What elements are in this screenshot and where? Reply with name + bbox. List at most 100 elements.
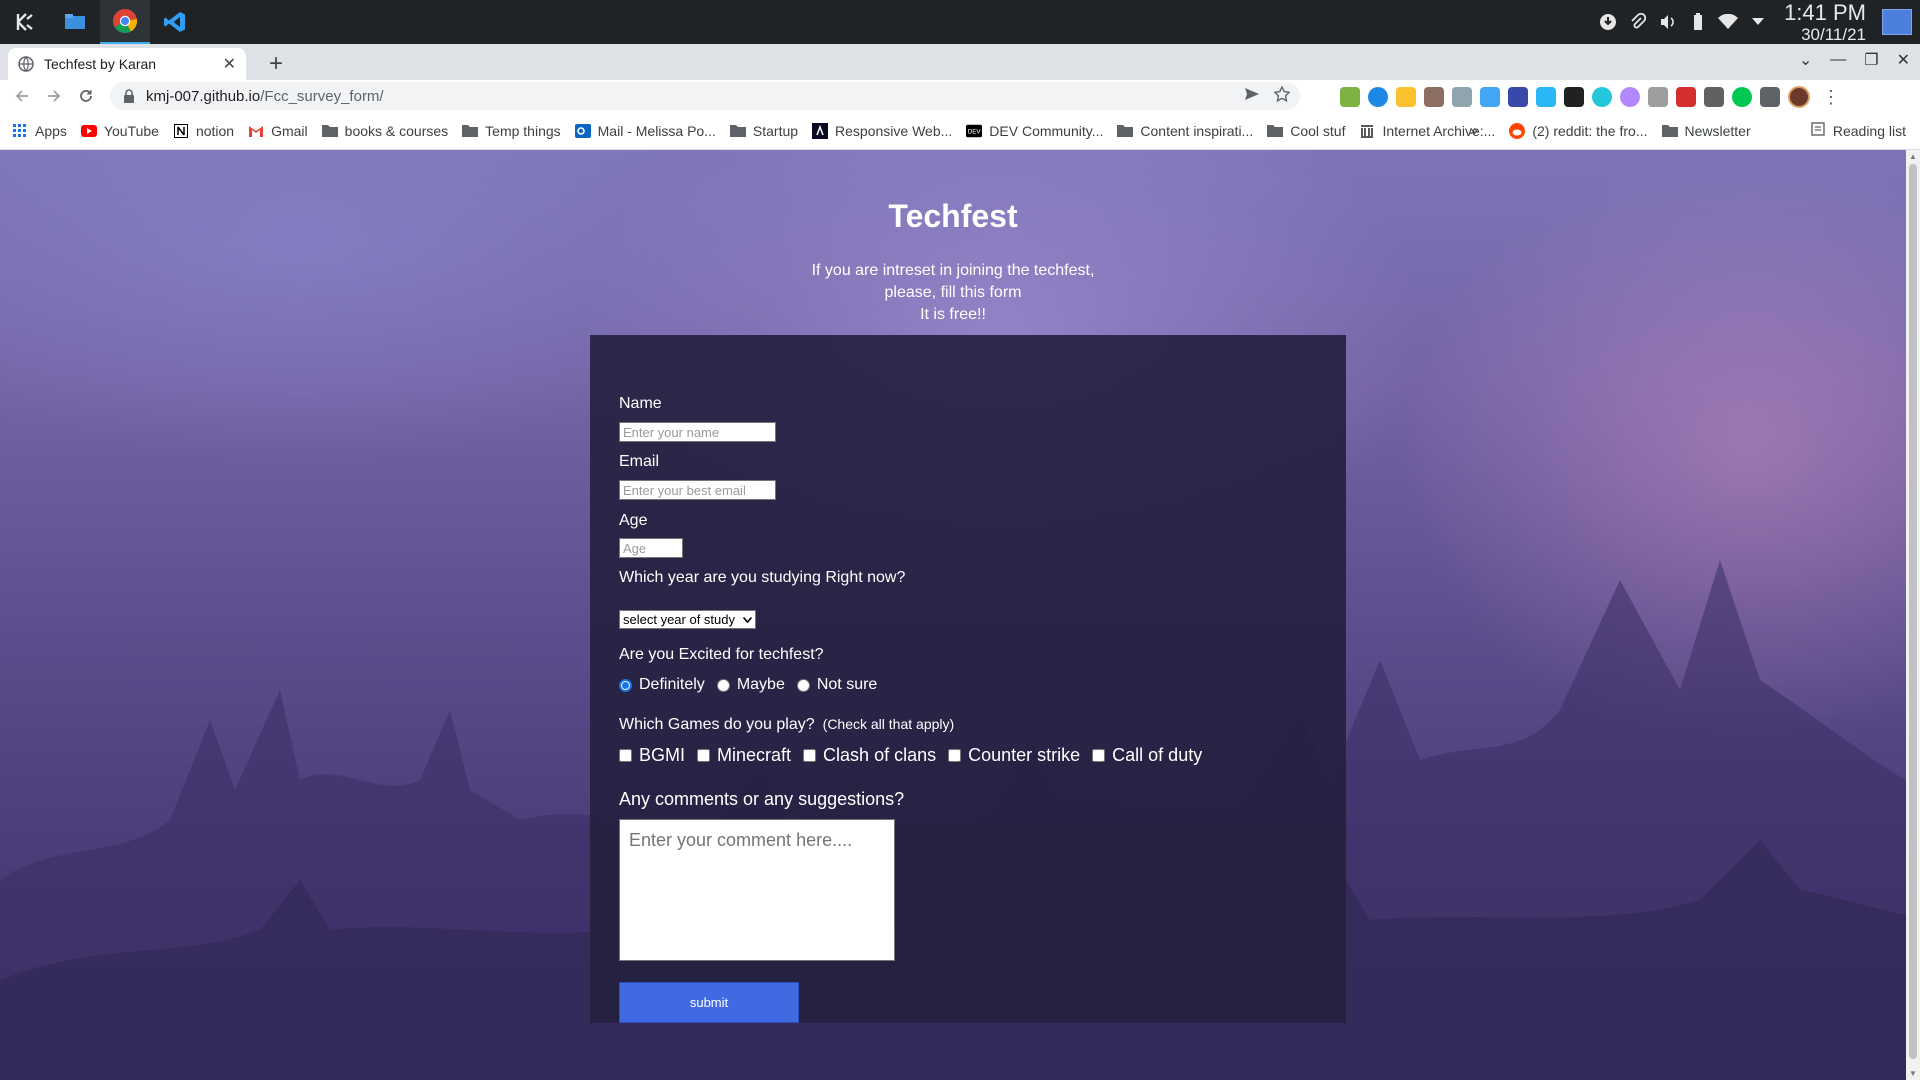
- menu-kebab-icon[interactable]: ⋮: [1822, 87, 1840, 108]
- extension-icon-4[interactable]: [1424, 87, 1444, 107]
- file-manager-icon[interactable]: [50, 0, 100, 44]
- radio-button[interactable]: [716, 678, 730, 692]
- tray-expand-icon[interactable]: [1748, 12, 1768, 32]
- scroll-up-icon[interactable]: ▲: [1909, 152, 1917, 161]
- download-icon[interactable]: [1598, 12, 1618, 32]
- bookmark-reddit[interactable]: (2) reddit: the fro...: [1509, 122, 1648, 139]
- radio-option-maybe[interactable]: Maybe: [716, 676, 785, 694]
- profile-avatar[interactable]: [1788, 86, 1810, 108]
- bookmark-label: Cool stuf: [1290, 122, 1346, 139]
- bookmark-label: Apps: [35, 122, 67, 139]
- bookmark-youtube[interactable]: YouTube: [80, 122, 159, 139]
- radio-option-not-sure[interactable]: Not sure: [796, 676, 877, 694]
- extension-icon-7[interactable]: [1508, 87, 1528, 107]
- page-title: Techfest: [888, 198, 1018, 234]
- bookmark-apps[interactable]: Apps: [12, 123, 67, 139]
- tab-close-icon[interactable]: ✕: [223, 54, 236, 74]
- extension-icon-8[interactable]: [1536, 87, 1556, 107]
- radio-button-checked[interactable]: [619, 678, 632, 692]
- checkbox[interactable]: [948, 749, 962, 762]
- paperclip-icon[interactable]: [1628, 12, 1648, 32]
- url-host: kmj-007.github.io: [146, 87, 261, 105]
- bookmark-folder[interactable]: Newsletter: [1661, 123, 1751, 139]
- scroll-down-icon[interactable]: ▼: [1909, 1069, 1917, 1078]
- bookmark-folder[interactable]: Cool stuf: [1267, 123, 1345, 139]
- extension-icon-14[interactable]: [1704, 87, 1724, 107]
- scrollbar-thumb[interactable]: [1909, 164, 1917, 1059]
- bookmark-folder[interactable]: books & courses: [321, 123, 448, 139]
- back-icon[interactable]: [6, 80, 38, 112]
- bookmark-label: Gmail: [271, 122, 308, 139]
- extension-icon-2[interactable]: [1368, 87, 1388, 107]
- system-clock[interactable]: 1:41 PM 30/11/21: [1784, 1, 1866, 44]
- volume-icon[interactable]: [1658, 12, 1678, 32]
- bookmark-folder[interactable]: Startup: [729, 123, 798, 139]
- checkbox-option-bgmi[interactable]: BGMI: [619, 745, 685, 766]
- new-tab-button[interactable]: +: [262, 50, 290, 78]
- year-select[interactable]: select year of study: [619, 610, 756, 629]
- intro-line: If you are intreset in joining the techf…: [811, 262, 1095, 279]
- shield-icon[interactable]: [1452, 87, 1472, 107]
- clock-date: 30/11/21: [1801, 24, 1866, 44]
- checkbox[interactable]: [803, 749, 817, 762]
- bookmark-folder[interactable]: Temp things: [462, 123, 561, 139]
- apps-grid-icon: [12, 123, 28, 139]
- wifi-icon[interactable]: [1718, 12, 1739, 32]
- bookmark-folder[interactable]: Content inspirati...: [1117, 123, 1253, 139]
- checkbox[interactable]: [1092, 749, 1106, 762]
- close-window-icon[interactable]: ✕: [1897, 50, 1910, 70]
- send-tab-icon[interactable]: [1244, 86, 1260, 107]
- bookmark-label: YouTube: [103, 122, 159, 139]
- extension-icon-3[interactable]: [1396, 87, 1416, 107]
- age-field[interactable]: [619, 538, 683, 558]
- browser-tab-active[interactable]: Techfest by Karan ✕: [8, 48, 246, 80]
- chrome-taskbar-icon[interactable]: [100, 0, 150, 44]
- forward-icon[interactable]: [38, 80, 70, 112]
- bookmark-label: Responsive Web...: [835, 122, 953, 139]
- survey-form: Name Email Age Which year are you studyi…: [590, 335, 1346, 1023]
- extensions-puzzle-icon[interactable]: [1760, 87, 1780, 107]
- extension-icon-10[interactable]: [1592, 87, 1612, 107]
- system-tray: 1:41 PM 30/11/21: [1598, 0, 1920, 44]
- email-field[interactable]: [619, 480, 776, 500]
- kde-launcher-icon[interactable]: [0, 0, 50, 44]
- restore-icon[interactable]: ❐: [1864, 50, 1878, 70]
- name-field[interactable]: [619, 422, 776, 442]
- checkbox[interactable]: [619, 749, 632, 762]
- lock-icon[interactable]: [122, 89, 136, 103]
- bookmark-fcc[interactable]: Responsive Web...: [812, 122, 953, 139]
- extension-icon-12[interactable]: [1648, 87, 1668, 107]
- extension-icon-1[interactable]: [1340, 87, 1360, 107]
- youtube-icon: [80, 123, 97, 139]
- minimize-icon[interactable]: —: [1830, 51, 1846, 69]
- vscode-taskbar-icon[interactable]: [150, 0, 200, 44]
- radio-option-definitely[interactable]: Definitely: [619, 676, 705, 694]
- bookmarks-overflow-button[interactable]: »: [1470, 122, 1478, 139]
- grammarly-icon[interactable]: [1732, 87, 1752, 107]
- submit-button[interactable]: submit: [619, 982, 799, 1023]
- bookmark-notion[interactable]: notion: [173, 123, 234, 139]
- notion-ext-icon[interactable]: [1564, 87, 1584, 107]
- extension-icon-11[interactable]: [1620, 87, 1640, 107]
- bookmark-gmail[interactable]: Gmail: [248, 123, 308, 139]
- extension-icon-6[interactable]: [1480, 87, 1500, 107]
- year-select-value: select year of study: [623, 612, 735, 627]
- checkbox[interactable]: [697, 749, 711, 762]
- reading-list-button[interactable]: Reading list: [1811, 122, 1906, 139]
- checkbox-option-counter-strike[interactable]: Counter strike: [948, 745, 1080, 766]
- bookmark-outlook[interactable]: Mail - Melissa Po...: [574, 123, 716, 139]
- comments-textarea[interactable]: [619, 819, 895, 961]
- page-scrollbar[interactable]: ▲ ▼: [1906, 150, 1920, 1080]
- address-bar[interactable]: kmj-007.github.io/Fcc_survey_form/: [110, 82, 1300, 110]
- checkbox-option-minecraft[interactable]: Minecraft: [697, 745, 791, 766]
- bookmark-star-icon[interactable]: [1273, 85, 1291, 107]
- desktop-preview[interactable]: [1882, 9, 1912, 35]
- checkbox-option-call-of-duty[interactable]: Call of duty: [1092, 745, 1202, 766]
- reload-icon[interactable]: [70, 80, 102, 112]
- radio-button[interactable]: [796, 678, 810, 692]
- bookmark-dev[interactable]: DEV DEV Community...: [966, 123, 1103, 139]
- tab-search-icon[interactable]: ⌄: [1799, 50, 1812, 70]
- checkbox-option-clash-of-clans[interactable]: Clash of clans: [803, 745, 936, 766]
- extension-icon-13[interactable]: [1676, 87, 1696, 107]
- battery-icon[interactable]: [1688, 12, 1708, 32]
